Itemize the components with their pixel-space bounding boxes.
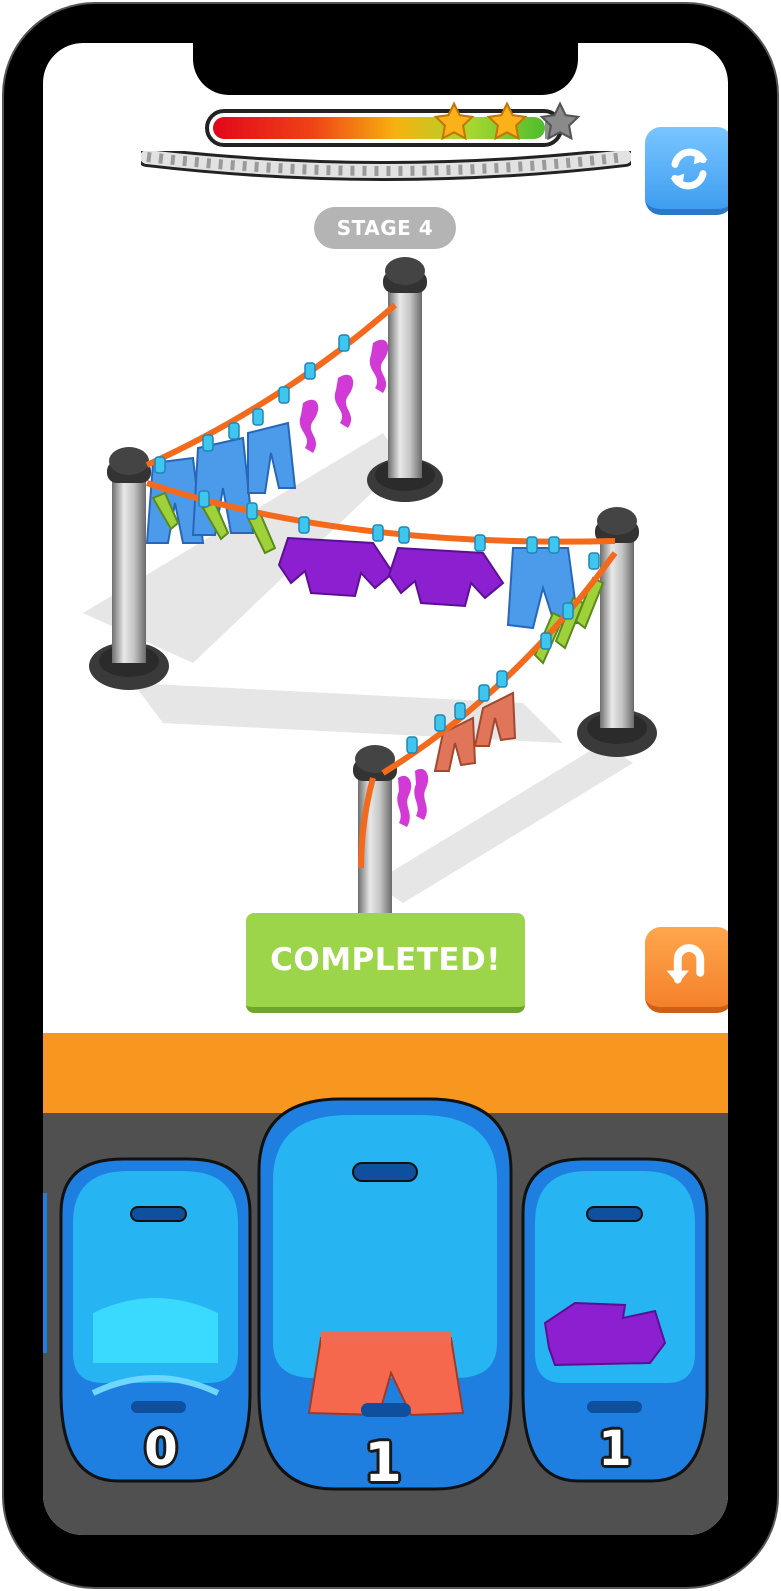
- star-empty-icon: [539, 101, 581, 141]
- star-icon: [486, 101, 528, 141]
- rope-icon: [141, 151, 631, 181]
- shirts-purple: [277, 536, 505, 608]
- stage-label: STAGE 4: [314, 207, 456, 249]
- undo-button[interactable]: [645, 927, 728, 1013]
- completed-button[interactable]: COMPLETED!: [246, 913, 525, 1013]
- phone-notch: [193, 43, 578, 95]
- star-icon: [433, 101, 475, 141]
- socks-pink: [397, 768, 429, 827]
- basket-count: 1: [598, 1421, 632, 1477]
- basket-offscreen: [43, 1193, 47, 1353]
- restart-button[interactable]: [645, 127, 728, 215]
- undo-icon: [666, 944, 705, 984]
- refresh-icon: [670, 148, 708, 190]
- game-screen: STAGE 4 COMPLETED! 0 1 1: [43, 43, 728, 1535]
- basket-count: 1: [364, 1431, 402, 1494]
- basket-count: 0: [144, 1421, 178, 1477]
